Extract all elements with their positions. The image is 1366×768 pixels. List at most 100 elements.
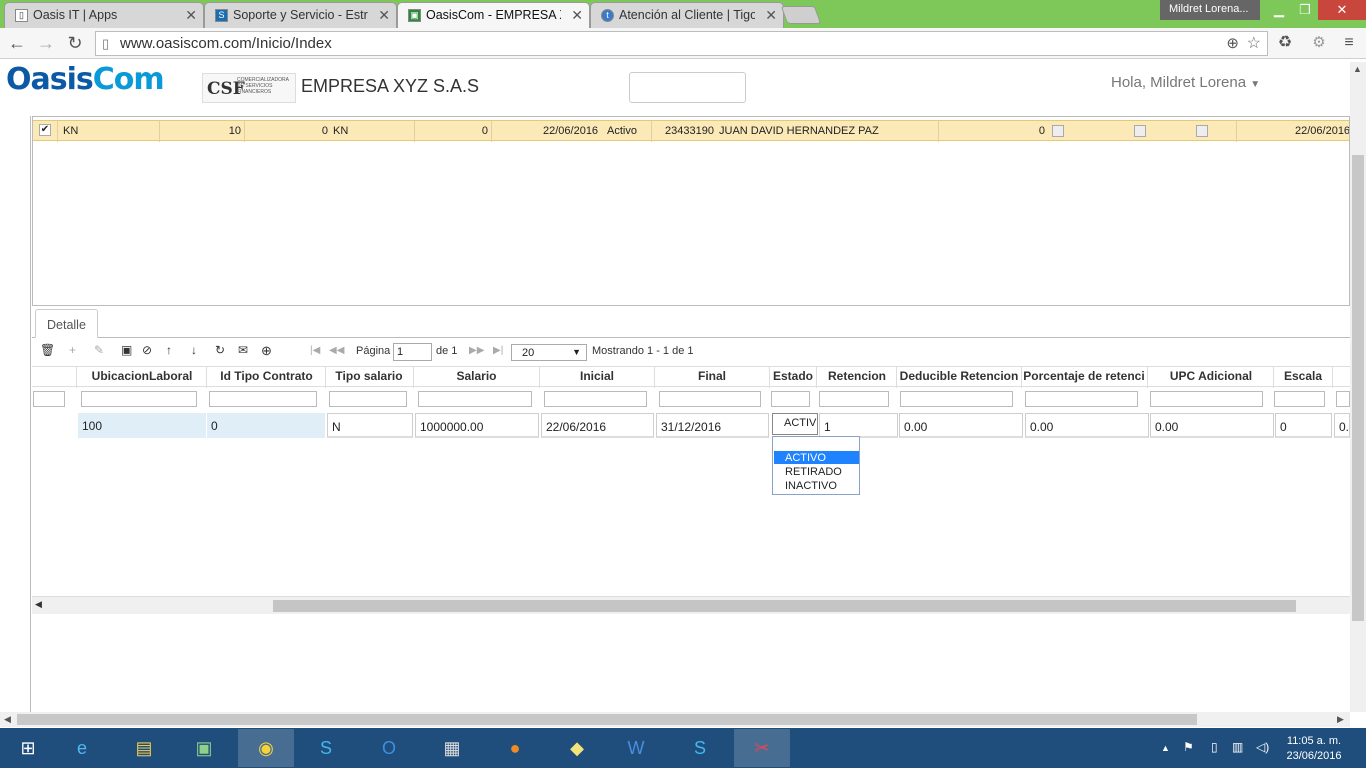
row-checkbox[interactable]: ✔ — [39, 124, 51, 136]
page-number-input[interactable]: 1 — [393, 343, 432, 361]
column-header[interactable]: Salario — [415, 369, 538, 383]
tab-soporte[interactable]: S Soporte y Servicio - Estruc ✕ — [204, 2, 397, 28]
clock[interactable]: 11:05 a. m. 23/06/2016 — [1275, 734, 1353, 764]
page-size-select[interactable]: 20 ▼ — [511, 344, 587, 361]
reload-icon[interactable]: ↻ — [64, 32, 86, 54]
page-scroll-thumb[interactable] — [1352, 155, 1364, 621]
filter-input[interactable] — [544, 391, 647, 407]
refresh-icon[interactable]: ↻ — [215, 343, 225, 357]
user-menu[interactable]: Hola, Mildret Lorena ▼ — [1111, 74, 1260, 91]
menu-icon[interactable]: ≡ — [1338, 32, 1360, 54]
grid-cell-editor[interactable]: 31/12/2016 — [656, 413, 769, 438]
skype-business-icon[interactable]: S — [672, 729, 728, 767]
estado-select[interactable]: ACTIV — [772, 413, 818, 435]
back-icon[interactable]: ← — [6, 32, 28, 54]
scroll-left-icon[interactable]: ◀ — [4, 714, 11, 725]
delete-icon[interactable]: 🗑 — [40, 343, 55, 357]
grid-cell-editor[interactable]: 0 — [1275, 413, 1332, 438]
column-header[interactable]: Porcentaje de retenci — [1022, 369, 1146, 383]
calculator-icon[interactable]: ▦ — [424, 729, 480, 767]
snipping-tool-icon[interactable]: ✂ — [734, 729, 790, 767]
windows-start-icon[interactable]: ⊞ — [0, 729, 56, 767]
arrow-up-icon[interactable]: ↑ — [166, 343, 172, 357]
word-icon[interactable]: W — [608, 729, 664, 767]
network-icon[interactable]: ▥ — [1232, 740, 1243, 754]
grid-cell-editor[interactable]: N — [327, 413, 413, 438]
grid-cell-editor[interactable]: 0.00 — [1150, 413, 1274, 438]
oasiscom-logo[interactable]: OasisCom — [6, 62, 165, 97]
column-header[interactable]: Retencion — [818, 369, 896, 383]
filter-input[interactable] — [209, 391, 317, 407]
filter-input[interactable] — [1274, 391, 1325, 407]
minimize-icon[interactable]: ▁ — [1266, 0, 1292, 20]
close-tab-icon[interactable]: ✕ — [185, 7, 197, 24]
filter-input[interactable] — [1150, 391, 1263, 407]
filter-input[interactable] — [771, 391, 810, 407]
volume-icon[interactable]: ◁) — [1256, 740, 1269, 754]
page-hscroll-thumb[interactable] — [17, 714, 1197, 725]
header-search-input[interactable] — [629, 72, 746, 103]
sticky-notes-icon[interactable]: ◆ — [549, 729, 605, 767]
window-user-badge[interactable]: Mildret Lorena... — [1160, 0, 1260, 20]
grid-checkbox[interactable] — [1134, 125, 1146, 137]
filter-input[interactable] — [1336, 391, 1350, 407]
prev-page-icon[interactable]: ◀◀ — [329, 345, 344, 356]
edit-icon[interactable]: ✎ — [94, 343, 104, 357]
filter-input[interactable] — [659, 391, 761, 407]
ie-icon[interactable]: e — [54, 729, 110, 767]
grid-cell[interactable]: 0 — [207, 413, 325, 438]
column-header[interactable]: Deducible Retencion — [898, 369, 1020, 383]
app-window-icon[interactable]: ▣ — [176, 729, 232, 767]
tab-oasis-it[interactable]: ▯ Oasis IT | Apps ✕ — [4, 2, 204, 28]
tab-tigo[interactable]: t Atención al Cliente | Tigo ✕ — [590, 2, 784, 28]
address-bar[interactable]: ▯ www.oasiscom.com/Inicio/Index ⊕ ☆ — [95, 31, 1268, 56]
next-page-icon[interactable]: ▶▶ — [469, 345, 484, 356]
add-icon[interactable]: + — [69, 343, 76, 357]
filter-input[interactable] — [81, 391, 197, 407]
grid-cell-editor[interactable]: 1 — [819, 413, 898, 438]
filter-input[interactable] — [418, 391, 532, 407]
column-header[interactable]: UbicacionLaboral — [78, 369, 206, 383]
cancel-icon[interactable]: ⊘ — [142, 343, 152, 357]
tab-detalle[interactable]: Detalle — [35, 309, 98, 338]
arrow-down-icon[interactable]: ↓ — [191, 343, 197, 357]
filter-input[interactable] — [33, 391, 65, 407]
extension-icon[interactable]: ⚙ — [1308, 32, 1330, 54]
dropdown-option[interactable]: ACTIVO — [774, 451, 859, 464]
close-tab-icon[interactable]: ✕ — [571, 7, 583, 24]
tab-oasiscom[interactable]: ▣ OasisCom - EMPRESA XYZ ✕ — [397, 2, 590, 28]
scroll-right-icon[interactable]: ▶ — [1337, 714, 1344, 725]
recycle-icon[interactable]: ♻ — [1274, 32, 1296, 54]
scroll-up-icon[interactable]: ▲ — [1353, 64, 1362, 74]
forward-icon[interactable]: → — [35, 32, 57, 54]
bookmark-star-icon[interactable]: ☆ — [1247, 33, 1261, 53]
skype-icon[interactable]: S — [298, 729, 354, 767]
flag-icon[interactable]: ⚑ — [1183, 740, 1194, 754]
file-explorer-icon[interactable]: ▤ — [116, 729, 172, 767]
column-header[interactable]: Estado — [771, 369, 815, 383]
grid-cell-editor[interactable]: 1000000.00 — [415, 413, 539, 438]
grid-scroll-thumb[interactable] — [273, 600, 1296, 612]
column-header[interactable]: UPC Adicional — [1149, 369, 1273, 383]
grid-cell[interactable]: 100 — [78, 413, 206, 438]
column-header[interactable]: Final — [656, 369, 768, 383]
firefox-icon[interactable]: ● — [487, 729, 543, 767]
chrome-icon[interactable]: ◉ — [238, 729, 294, 767]
grid-cell-editor[interactable]: 0. — [1334, 413, 1350, 438]
dropdown-option[interactable]: RETIRADO — [774, 465, 859, 478]
filter-input[interactable] — [1025, 391, 1138, 407]
battery-icon[interactable]: ▯ — [1211, 740, 1218, 754]
comment-icon[interactable]: ✉ — [238, 343, 248, 357]
grid-cell-editor[interactable]: 0.00 — [899, 413, 1023, 438]
close-tab-icon[interactable]: ✕ — [765, 7, 777, 24]
first-page-icon[interactable]: |◀ — [310, 345, 320, 356]
close-tab-icon[interactable]: ✕ — [378, 7, 390, 24]
maximize-icon[interactable]: ❐ — [1292, 0, 1318, 20]
last-page-icon[interactable]: ▶| — [493, 345, 503, 356]
filter-input[interactable] — [819, 391, 889, 407]
tray-arrow-icon[interactable]: ▲ — [1161, 743, 1170, 753]
new-tab-button[interactable] — [780, 6, 822, 24]
column-header[interactable]: Inicial — [541, 369, 653, 383]
close-window-icon[interactable]: ✕ — [1318, 0, 1366, 20]
add-circle-icon[interactable]: ⊕ — [261, 343, 272, 359]
